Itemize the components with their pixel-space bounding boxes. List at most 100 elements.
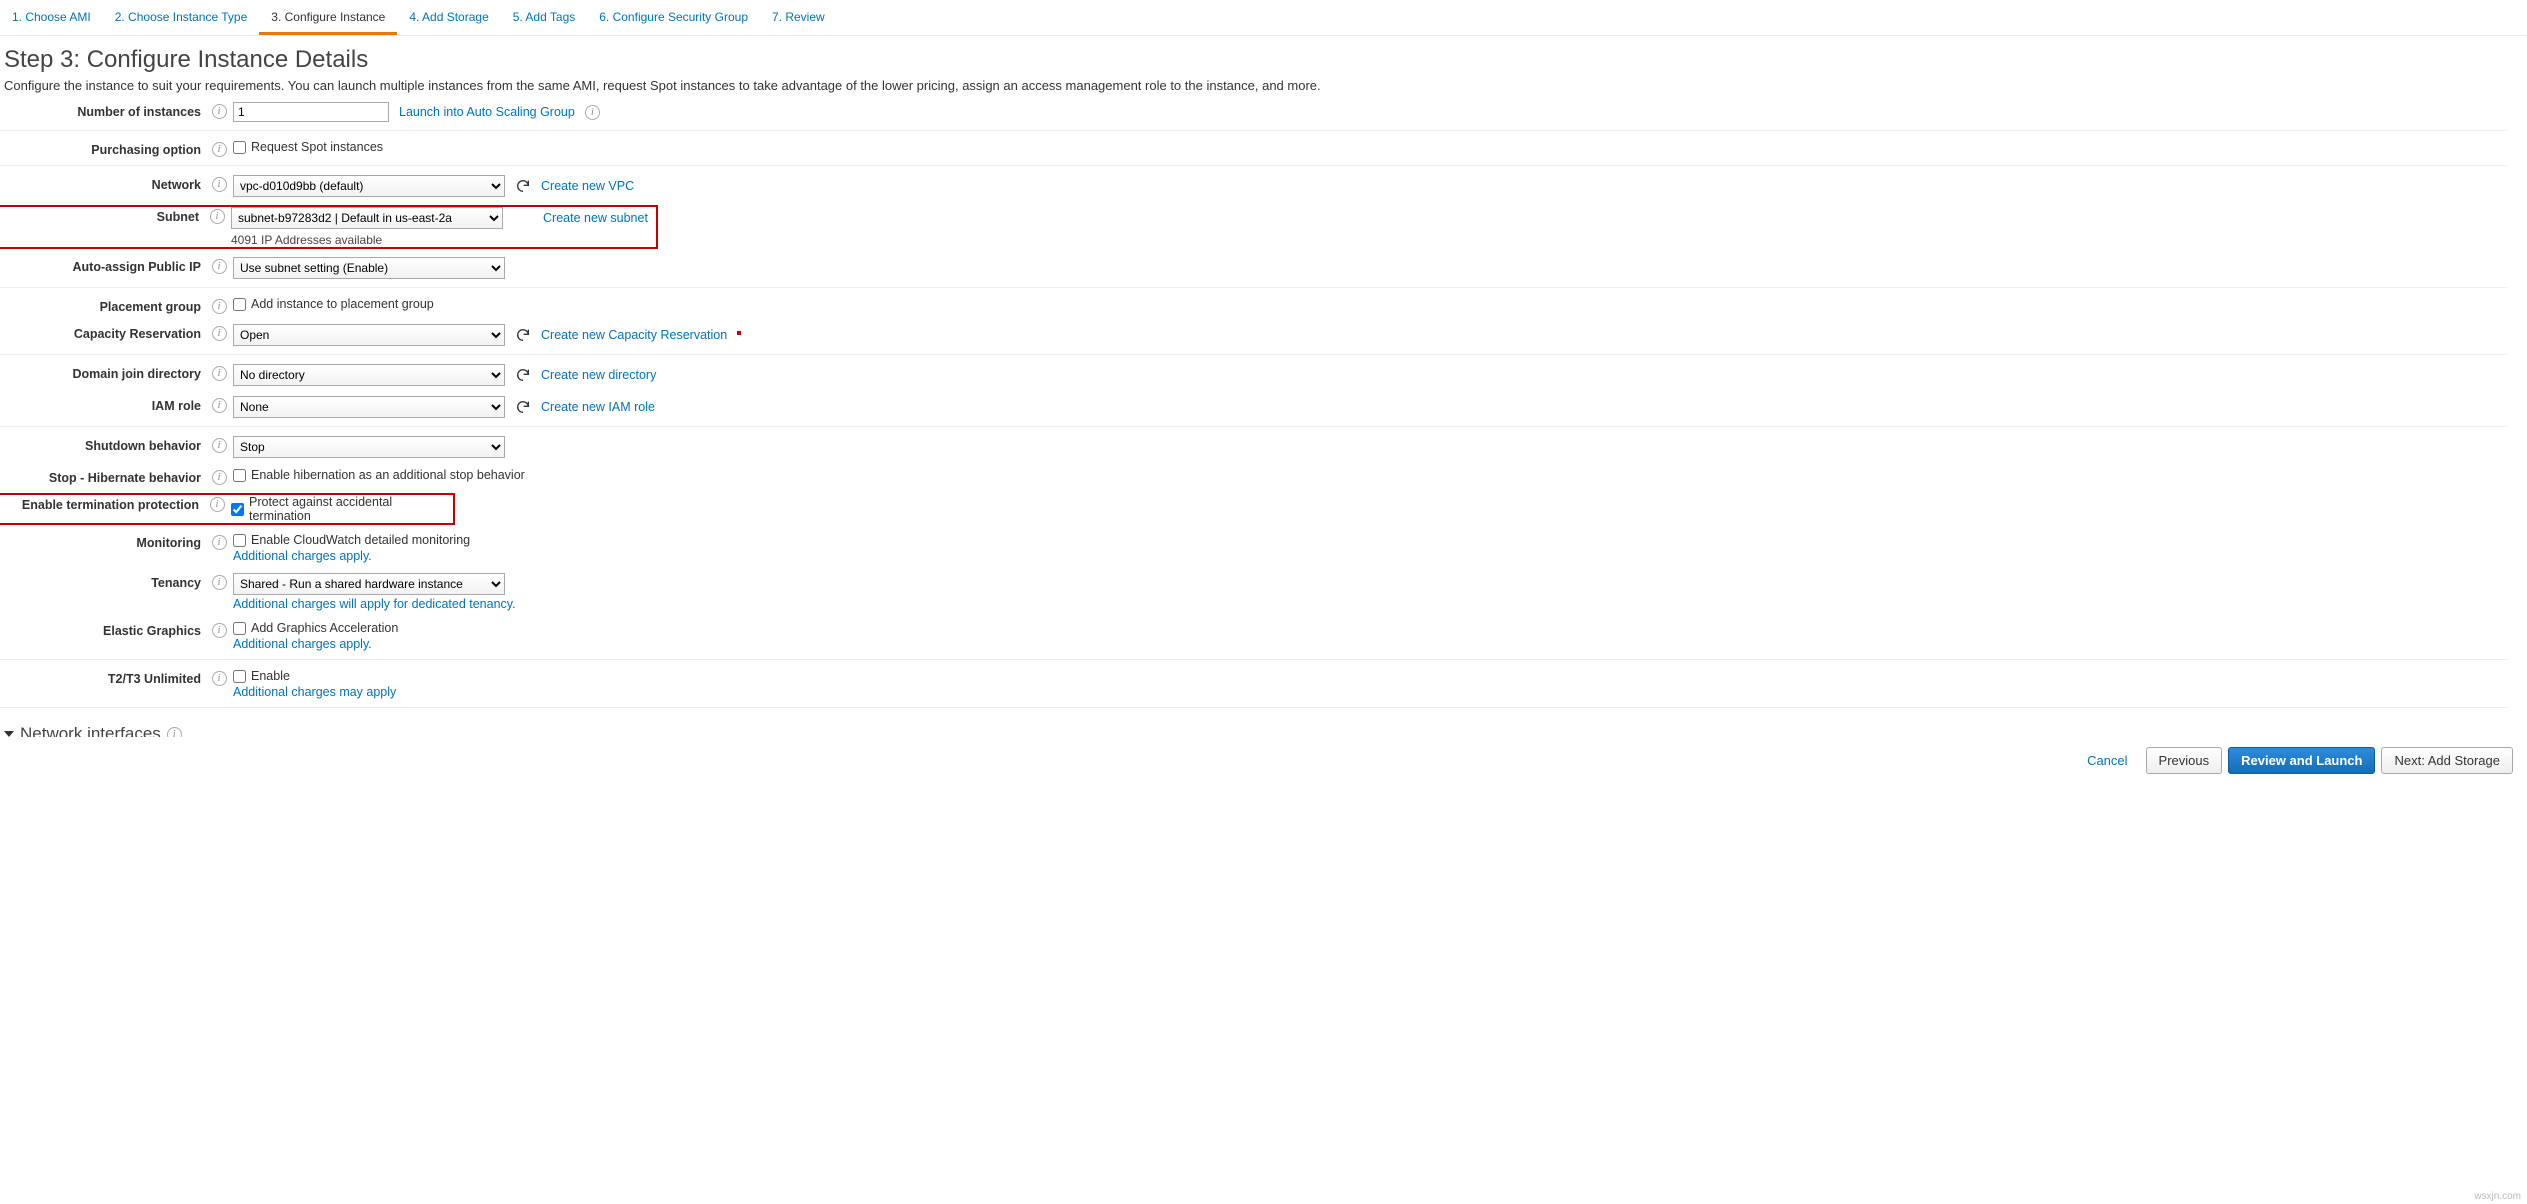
row-subnet: Subnet i subnet-b97283d2 | Default in us… xyxy=(0,202,2507,252)
monitoring-checkbox[interactable]: Enable CloudWatch detailed monitoring xyxy=(233,533,2507,547)
hibernate-label: Enable hibernation as an additional stop… xyxy=(251,468,525,482)
request-spot-label: Request Spot instances xyxy=(251,140,383,154)
row-placement-group: Placement group i Add instance to placem… xyxy=(0,292,2507,319)
network-select[interactable]: vpc-d010d9bb (default) xyxy=(233,175,505,197)
create-subnet-link[interactable]: Create new subnet xyxy=(543,211,648,225)
wizard-step-7[interactable]: 7. Review xyxy=(760,4,837,35)
label-monitoring: Monitoring xyxy=(0,533,205,550)
row-auto-assign-ip: Auto-assign Public IP i Use subnet setti… xyxy=(0,252,2507,288)
label-domain-join: Domain join directory xyxy=(0,364,205,381)
page-title: Step 3: Configure Instance Details xyxy=(4,46,2527,74)
refresh-icon[interactable] xyxy=(515,178,531,194)
info-icon[interactable]: i xyxy=(212,470,227,485)
termination-protection-checkbox[interactable]: Protect against accidental termination xyxy=(231,495,451,523)
info-icon[interactable]: i xyxy=(585,105,600,120)
info-icon[interactable]: i xyxy=(212,177,227,192)
previous-button[interactable]: Previous xyxy=(2146,747,2223,774)
auto-assign-ip-select[interactable]: Use subnet setting (Enable) xyxy=(233,257,505,279)
capacity-reservation-select[interactable]: Open xyxy=(233,324,505,346)
info-icon[interactable]: i xyxy=(210,497,225,512)
shutdown-behavior-select[interactable]: Stop xyxy=(233,436,505,458)
red-dot-icon xyxy=(737,331,741,335)
number-of-instances-input[interactable] xyxy=(233,102,389,122)
placement-group-label: Add instance to placement group xyxy=(251,297,434,311)
subnet-note: 4091 IP Addresses available xyxy=(231,233,654,247)
watermark: wsxjn.com xyxy=(2474,1191,2521,1202)
placement-group-checkbox[interactable]: Add instance to placement group xyxy=(233,297,2507,311)
row-capacity-reservation: Capacity Reservation i Open Create new C… xyxy=(0,319,2507,355)
info-icon[interactable]: i xyxy=(212,104,227,119)
tenancy-note-link[interactable]: Additional charges will apply for dedica… xyxy=(233,597,2507,611)
refresh-icon[interactable] xyxy=(515,367,531,383)
review-and-launch-button[interactable]: Review and Launch xyxy=(2228,747,2375,774)
row-iam-role: IAM role i None Create new IAM role xyxy=(0,391,2507,427)
elastic-graphics-note-link[interactable]: Additional charges apply. xyxy=(233,637,2507,651)
section-title: Network interfaces xyxy=(20,724,161,737)
hibernate-input[interactable] xyxy=(233,469,246,482)
label-network: Network xyxy=(0,175,205,192)
info-icon[interactable]: i xyxy=(212,366,227,381)
create-iam-role-link[interactable]: Create new IAM role xyxy=(541,400,655,414)
wizard-step-1[interactable]: 1. Choose AMI xyxy=(0,4,103,35)
info-icon[interactable]: i xyxy=(212,575,227,590)
cancel-button[interactable]: Cancel xyxy=(2075,748,2139,773)
create-vpc-link[interactable]: Create new VPC xyxy=(541,179,634,193)
wizard-nav: 1. Choose AMI 2. Choose Instance Type 3.… xyxy=(0,0,2527,36)
row-number-of-instances: Number of instances i Launch into Auto S… xyxy=(0,97,2507,131)
monitoring-note-link[interactable]: Additional charges apply. xyxy=(233,549,2507,563)
request-spot-input[interactable] xyxy=(233,141,246,154)
termination-protection-input[interactable] xyxy=(231,503,244,516)
refresh-icon[interactable] xyxy=(515,399,531,415)
info-icon[interactable]: i xyxy=(212,671,227,686)
row-monitoring: Monitoring i Enable CloudWatch detailed … xyxy=(0,528,2507,568)
monitoring-label: Enable CloudWatch detailed monitoring xyxy=(251,533,470,547)
info-icon[interactable]: i xyxy=(212,299,227,314)
label-number-of-instances: Number of instances xyxy=(0,102,205,119)
hibernate-checkbox[interactable]: Enable hibernation as an additional stop… xyxy=(233,468,2507,482)
wizard-step-3[interactable]: 3. Configure Instance xyxy=(259,4,397,35)
label-termination-protection: Enable termination protection xyxy=(2,495,203,523)
label-placement-group: Placement group xyxy=(0,297,205,314)
create-capacity-reservation-link[interactable]: Create new Capacity Reservation xyxy=(541,328,727,342)
placement-group-input[interactable] xyxy=(233,298,246,311)
form-area[interactable]: Number of instances i Launch into Auto S… xyxy=(0,97,2527,737)
iam-role-select[interactable]: None xyxy=(233,396,505,418)
row-t2t3-unlimited: T2/T3 Unlimited i Enable Additional char… xyxy=(0,664,2507,708)
elastic-graphics-input[interactable] xyxy=(233,622,246,635)
domain-join-select[interactable]: No directory xyxy=(233,364,505,386)
monitoring-input[interactable] xyxy=(233,534,246,547)
wizard-step-2[interactable]: 2. Choose Instance Type xyxy=(103,4,260,35)
info-icon[interactable]: i xyxy=(167,727,182,738)
info-icon[interactable]: i xyxy=(212,259,227,274)
refresh-icon[interactable] xyxy=(515,327,531,343)
tenancy-select[interactable]: Shared - Run a shared hardware instance xyxy=(233,573,505,595)
wizard-step-4[interactable]: 4. Add Storage xyxy=(397,4,500,35)
caret-down-icon xyxy=(4,731,14,737)
info-icon[interactable]: i xyxy=(212,623,227,638)
info-icon[interactable]: i xyxy=(210,209,225,224)
label-auto-assign-ip: Auto-assign Public IP xyxy=(0,257,205,274)
label-iam-role: IAM role xyxy=(0,396,205,413)
info-icon[interactable]: i xyxy=(212,438,227,453)
wizard-step-6[interactable]: 6. Configure Security Group xyxy=(587,4,760,35)
request-spot-checkbox[interactable]: Request Spot instances xyxy=(233,140,2507,154)
t2t3-checkbox[interactable]: Enable xyxy=(233,669,2507,683)
t2t3-note-link[interactable]: Additional charges may apply xyxy=(233,685,2507,699)
next-add-storage-button[interactable]: Next: Add Storage xyxy=(2381,747,2513,774)
section-network-interfaces[interactable]: Network interfaces i xyxy=(0,712,2507,737)
label-subnet: Subnet xyxy=(2,207,203,247)
row-stop-hibernate: Stop - Hibernate behavior i Enable hiber… xyxy=(0,463,2507,490)
subnet-select[interactable]: subnet-b97283d2 | Default in us-east-2a xyxy=(231,207,503,229)
info-icon[interactable]: i xyxy=(212,398,227,413)
elastic-graphics-label: Add Graphics Acceleration xyxy=(251,621,398,635)
launch-asg-link[interactable]: Launch into Auto Scaling Group xyxy=(399,105,575,119)
info-icon[interactable]: i xyxy=(212,142,227,157)
create-directory-link[interactable]: Create new directory xyxy=(541,368,656,382)
termination-protection-label: Protect against accidental termination xyxy=(249,495,451,523)
t2t3-input[interactable] xyxy=(233,670,246,683)
wizard-step-5[interactable]: 5. Add Tags xyxy=(501,4,588,35)
info-icon[interactable]: i xyxy=(212,535,227,550)
info-icon[interactable]: i xyxy=(212,326,227,341)
elastic-graphics-checkbox[interactable]: Add Graphics Acceleration xyxy=(233,621,2507,635)
label-tenancy: Tenancy xyxy=(0,573,205,590)
